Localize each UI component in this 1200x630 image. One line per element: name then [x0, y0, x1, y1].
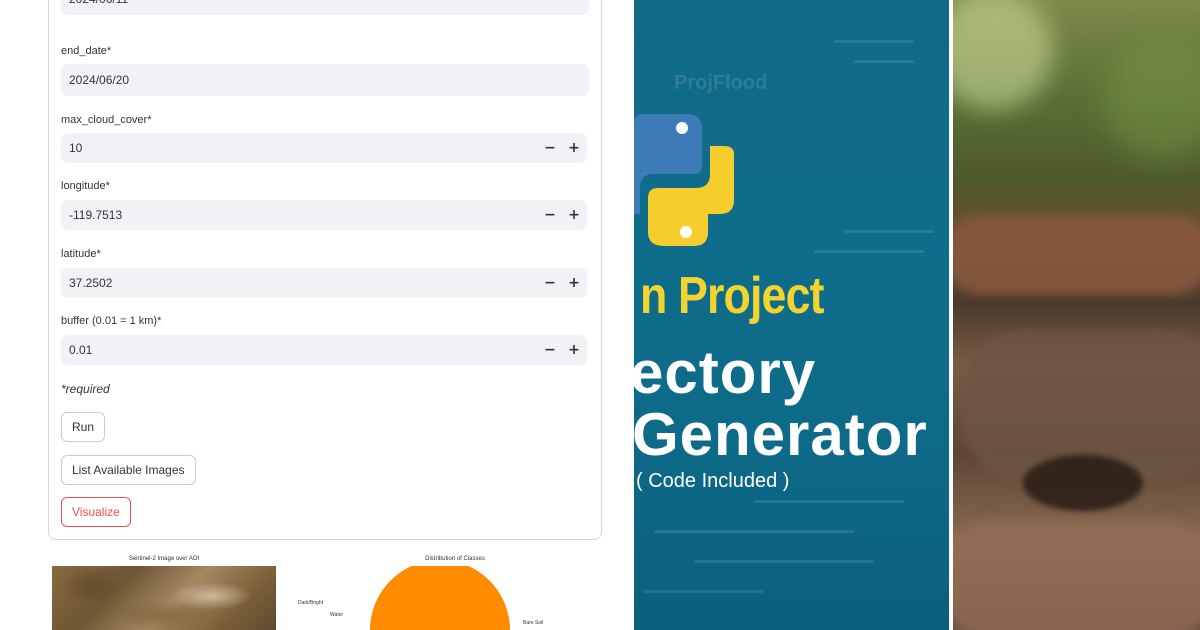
longitude-value: -119.7513: [69, 208, 123, 222]
pie-chart-title: Distribution of Classes: [425, 556, 485, 562]
photo-bokeh: [1103, 40, 1200, 160]
list-available-images-button[interactable]: List Available Images: [61, 455, 196, 485]
nature-photo: [953, 0, 1200, 630]
promo-banner: ProjFlood n Project ectory Generator ( C…: [634, 0, 949, 630]
increment-button[interactable]: +: [563, 200, 585, 230]
longitude-label: longitude*: [61, 180, 110, 192]
buffer-input[interactable]: 0.01 − +: [61, 335, 587, 365]
pie-label-dark-bright: Dark/Bright: [298, 600, 324, 606]
pie-label-bare-soil: Bare Soil: [523, 620, 543, 626]
banner-title-line2: ectory: [634, 339, 817, 406]
increment-button[interactable]: +: [563, 268, 585, 298]
max-cloud-cover-label: max_cloud_cover*: [61, 114, 152, 126]
brand-watermark: ProjFlood: [674, 72, 768, 94]
photo-branch: [953, 215, 1200, 295]
decrement-button[interactable]: −: [539, 133, 561, 163]
increment-button[interactable]: +: [563, 335, 585, 365]
code-decoration: [644, 590, 764, 593]
decrement-button[interactable]: −: [539, 200, 561, 230]
code-decoration: [654, 530, 854, 533]
code-decoration: [834, 40, 914, 43]
python-logo-icon: [634, 114, 734, 246]
pie-label-water: Water: [330, 612, 343, 618]
run-button[interactable]: Run: [61, 412, 106, 442]
buffer-value: 0.01: [69, 343, 93, 357]
pie-slice-bare-soil: [370, 566, 510, 630]
satellite-image: [52, 566, 276, 630]
code-decoration: [754, 500, 904, 503]
visualize-button[interactable]: Visualize: [61, 497, 131, 527]
streamlit-app-panel: 2024/06/11 end_date* 2024/06/20 max_clou…: [0, 0, 634, 630]
end-date-input[interactable]: 2024/06/20: [61, 64, 589, 96]
max-cloud-cover-value: 10: [69, 141, 83, 155]
photo-bokeh: [953, 0, 1053, 110]
required-note: *required: [61, 382, 110, 396]
buffer-label: buffer (0.01 = 1 km)*: [61, 315, 162, 327]
code-decoration: [694, 560, 874, 563]
photo-log: [953, 520, 1200, 630]
banner-subtitle: ( Code Included ): [636, 470, 790, 492]
satellite-image-title: Sentinel-2 Image over AOI: [128, 556, 200, 562]
max-cloud-cover-input[interactable]: 10 − +: [61, 133, 587, 163]
code-decoration: [814, 250, 924, 253]
code-decoration: [844, 230, 934, 233]
latitude-label: latitude*: [61, 248, 101, 260]
code-decoration: [854, 60, 914, 63]
class-distribution-pie: Dark/Bright Water Bare Soil: [298, 566, 543, 630]
end-date-label: end_date*: [61, 45, 112, 57]
start-date-input[interactable]: 2024/06/11: [61, 0, 589, 15]
decrement-button[interactable]: −: [539, 335, 561, 365]
decrement-button[interactable]: −: [539, 268, 561, 298]
input-form: 2024/06/11 end_date* 2024/06/20 max_clou…: [48, 0, 602, 540]
latitude-value: 37.2502: [69, 276, 113, 290]
latitude-input[interactable]: 37.2502 − +: [61, 268, 587, 298]
banner-title-line1: n Project: [640, 267, 824, 325]
photo-hollow: [1023, 455, 1143, 511]
banner-title-line3: Generator: [634, 401, 928, 468]
longitude-input[interactable]: -119.7513 − +: [61, 200, 587, 230]
increment-button[interactable]: +: [563, 133, 585, 163]
